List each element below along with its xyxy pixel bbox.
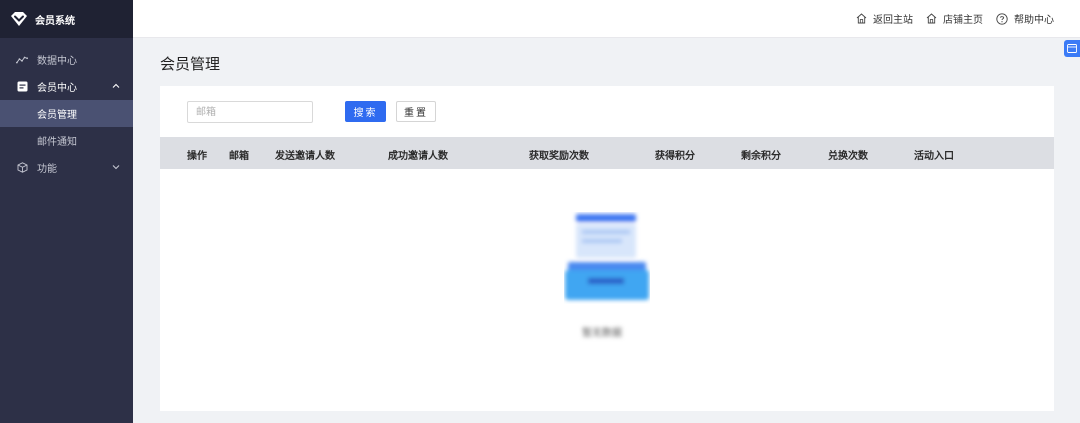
empty-state-text: 暂无数据 — [582, 328, 622, 339]
column-header-invites-success[interactable]: 成功邀请人数 — [388, 147, 448, 162]
column-header-points-earned[interactable]: 获得积分 — [655, 147, 695, 162]
content-card: 搜索 重置 操作 邮箱 发送邀请人数 成功邀请人数 获取奖励次数 获得积分 剩余… — [160, 86, 1054, 411]
sidebar-item-label: 数据中心 — [37, 56, 77, 67]
table-header: 操作 邮箱 发送邀请人数 成功邀请人数 获取奖励次数 获得积分 剩余积分 兑换次… — [160, 137, 1054, 169]
home-icon — [926, 13, 937, 24]
app-logo[interactable]: 会员系统 — [0, 0, 133, 38]
sidebar: 会员系统 数据中心 会员中心 会员管理 邮件通知 功能 — [0, 0, 133, 423]
sidebar-item-member-center[interactable]: 会员中心 — [0, 73, 133, 100]
line-chart-icon — [16, 54, 28, 66]
search-button[interactable]: 搜索 — [345, 101, 386, 122]
sidebar-item-email-notification[interactable]: 邮件通知 — [0, 127, 133, 154]
column-header-reward-count[interactable]: 获取奖励次数 — [529, 147, 589, 162]
sidebar-item-label: 功能 — [37, 164, 57, 175]
panel-icon — [1067, 44, 1077, 53]
top-link-label: 帮助中心 — [1014, 15, 1054, 26]
diamond-logo-icon — [11, 12, 27, 26]
app-title: 会员系统 — [35, 15, 75, 27]
top-bar: 返回主站 店铺主页 帮助中心 — [133, 0, 1080, 38]
page-title: 会员管理 — [160, 55, 221, 73]
top-link-label: 返回主站 — [873, 15, 913, 26]
empty-state-illustration — [565, 214, 649, 300]
back-to-main-site-link[interactable]: 返回主站 — [856, 11, 913, 26]
sidebar-nav: 数据中心 会员中心 会员管理 邮件通知 功能 — [0, 38, 133, 181]
sidebar-item-member-management[interactable]: 会员管理 — [0, 100, 133, 127]
sidebar-sub-label: 会员管理 — [37, 110, 77, 121]
chevron-down-icon[interactable] — [111, 162, 121, 172]
top-link-label: 店铺主页 — [943, 15, 983, 26]
column-header-redeem-count[interactable]: 兑换次数 — [828, 147, 868, 162]
help-center-link[interactable]: 帮助中心 — [996, 11, 1054, 26]
email-search-input[interactable] — [187, 101, 313, 123]
sidebar-sub-label: 邮件通知 — [37, 137, 77, 148]
cube-icon — [16, 162, 28, 174]
reset-button[interactable]: 重置 — [396, 101, 436, 122]
sidebar-item-data-center[interactable]: 数据中心 — [0, 46, 133, 73]
member-card-icon — [16, 81, 28, 93]
store-homepage-link[interactable]: 店铺主页 — [926, 11, 983, 26]
floating-panel-button[interactable] — [1064, 40, 1080, 57]
help-circle-icon — [996, 12, 1008, 25]
chevron-up-icon[interactable] — [111, 81, 121, 91]
column-header-points-remaining[interactable]: 剩余积分 — [741, 147, 781, 162]
sidebar-item-features[interactable]: 功能 — [0, 154, 133, 181]
column-header-actions[interactable]: 操作 — [187, 147, 207, 162]
column-header-activity-entry[interactable]: 活动入口 — [914, 147, 954, 162]
column-header-email[interactable]: 邮箱 — [229, 147, 249, 162]
column-header-invites-sent[interactable]: 发送邀请人数 — [275, 147, 335, 162]
home-icon — [856, 13, 867, 24]
sidebar-item-label: 会员中心 — [37, 83, 77, 94]
